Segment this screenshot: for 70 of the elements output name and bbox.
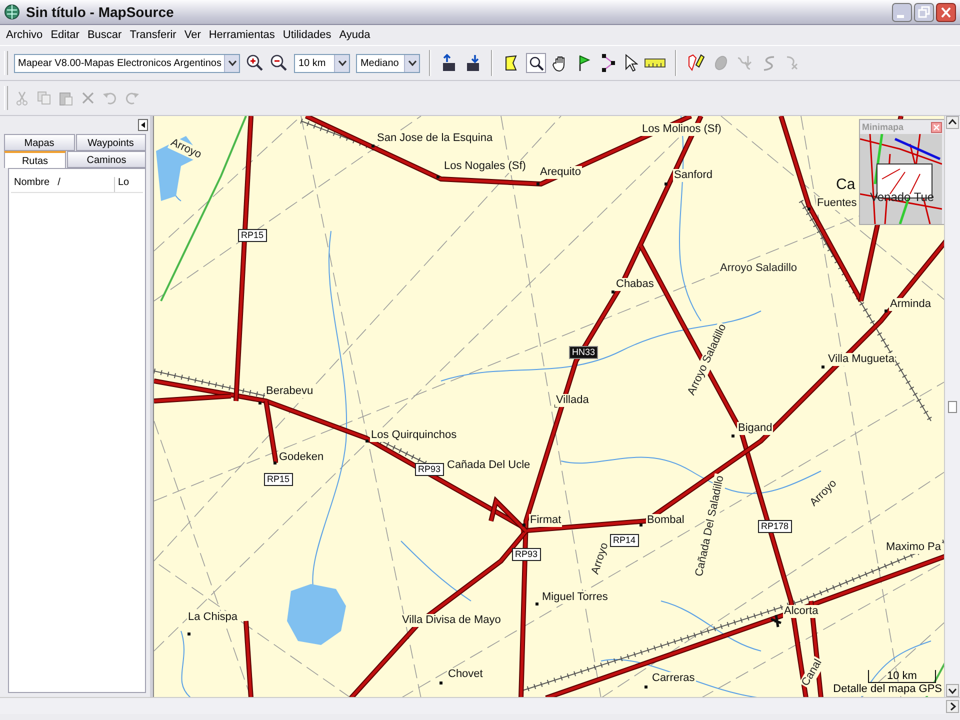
- scroll-right-icon[interactable]: [946, 700, 959, 712]
- place-label: Arequito: [539, 166, 582, 179]
- zoom-scale-dropdown[interactable]: 10 km: [294, 54, 350, 72]
- pointer-icon[interactable]: [624, 54, 638, 72]
- minimap-title: Minimapa: [862, 122, 904, 132]
- tab[interactable]: Mapas: [4, 134, 74, 151]
- place-label: Villada: [555, 394, 590, 407]
- route-shield: HN33: [569, 346, 598, 359]
- menu-item[interactable]: Editar: [46, 29, 84, 41]
- route-shield: RP15: [238, 229, 267, 242]
- scroll-up-icon[interactable]: [946, 116, 959, 129]
- place-label: Fuentes: [816, 197, 858, 210]
- zoom-tool-icon[interactable]: [526, 53, 546, 73]
- scroll-down-icon[interactable]: [946, 684, 959, 697]
- collapse-arrow-icon[interactable]: [138, 119, 148, 131]
- place-label: Berabevu: [265, 385, 314, 398]
- zoom-in-icon[interactable]: [246, 54, 264, 72]
- tab[interactable]: Waypoints: [76, 134, 146, 151]
- route-shield: RP15: [264, 473, 293, 486]
- column-header[interactable]: Nombre /: [11, 177, 115, 192]
- window-title: Sin título - MapSource: [26, 4, 175, 20]
- vertical-scrollbar[interactable]: [944, 116, 960, 697]
- place-label: Villa Divisa de Mayo: [401, 614, 502, 627]
- place-label: Los Molinos (Sf): [641, 123, 722, 136]
- menu-item[interactable]: Buscar: [83, 29, 126, 41]
- map-product-dropdown[interactable]: Mapear V8.00-Mapas Electronicos Argentinos: [14, 54, 240, 72]
- water-label: Arroyo Saladillo: [719, 262, 798, 275]
- place-label: Bombal: [646, 514, 686, 527]
- route-shield: RP178: [758, 520, 792, 533]
- place-label: Maximo Pa: [885, 541, 942, 554]
- menu-item[interactable]: Transferir: [126, 29, 180, 41]
- route-shield: RP93: [415, 463, 444, 476]
- globe-icon[interactable]: [4, 4, 20, 20]
- close-icon[interactable]: [931, 122, 942, 132]
- place-label: San Jose de la Esquina: [376, 132, 494, 145]
- map-detail-note: Detalle del mapa GPS: [833, 683, 942, 696]
- route-shield: RP14: [610, 534, 639, 547]
- route-shield: RP93: [512, 548, 541, 561]
- horizontal-scrollbar[interactable]: [0, 697, 960, 714]
- place-label: Chabas: [615, 278, 655, 291]
- place-label: Carreras: [651, 672, 696, 685]
- close-icon[interactable]: [936, 2, 956, 22]
- road-map-drawing[interactable]: [154, 116, 944, 697]
- menu-item[interactable]: Herramientas: [204, 29, 279, 41]
- place-label: Alcorta: [783, 605, 820, 618]
- column-header[interactable]: Lo: [115, 177, 130, 192]
- zoom-out-icon[interactable]: [270, 54, 288, 72]
- tab[interactable]: Rutas: [4, 151, 66, 168]
- menu-item[interactable]: Ayuda: [335, 29, 374, 41]
- ruler-icon[interactable]: [644, 57, 666, 69]
- place-label: Villa Mugueta: [827, 353, 896, 366]
- detail-level-dropdown[interactable]: Mediano: [356, 54, 420, 72]
- place-label: Sanford: [673, 169, 714, 182]
- place-label: Los Quirquinchos: [370, 429, 458, 442]
- place-label: Bigand: [737, 422, 774, 435]
- pencil-icon[interactable]: [686, 53, 706, 73]
- place-label: Firmat: [529, 514, 562, 527]
- menu-item[interactable]: Utilidades: [278, 29, 336, 41]
- menu-item[interactable]: Archivo: [2, 29, 47, 41]
- place-label: Arminda: [889, 298, 932, 311]
- scroll-thumb-icon[interactable]: [948, 400, 957, 412]
- place-label: La Chispa: [187, 611, 239, 624]
- menu-item[interactable]: Ver: [180, 29, 205, 41]
- tab[interactable]: Caminos: [67, 151, 146, 168]
- place-label: Los Nogales (Sf): [443, 160, 527, 173]
- restore-icon[interactable]: [914, 2, 934, 22]
- place-label: Miguel Torres: [541, 591, 609, 604]
- place-label: Godeken: [278, 451, 325, 464]
- minimize-icon[interactable]: [892, 2, 912, 22]
- minimap-drawing[interactable]: [860, 134, 942, 224]
